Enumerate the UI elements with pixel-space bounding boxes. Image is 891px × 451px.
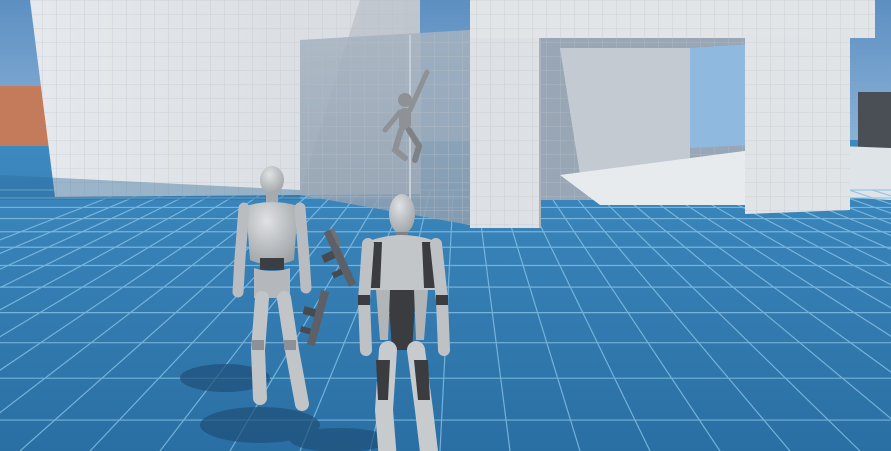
- game-viewport[interactable]: [0, 0, 891, 451]
- scene-canvas: [0, 0, 891, 451]
- arch-structure: [470, 0, 875, 228]
